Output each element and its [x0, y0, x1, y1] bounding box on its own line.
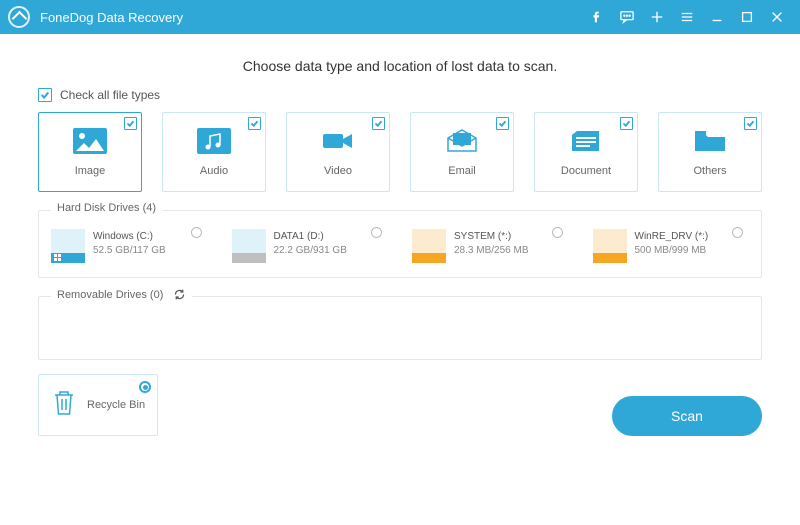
facebook-icon[interactable]: [582, 0, 612, 34]
type-video[interactable]: Video: [286, 112, 390, 192]
document-icon: [568, 127, 604, 155]
type-others-checkbox[interactable]: [744, 117, 757, 130]
drive-size: 500 MB/999 MB: [635, 245, 709, 256]
hard-disk-legend: Hard Disk Drives (4): [51, 202, 162, 214]
drive-d[interactable]: DATA1 (D:) 22.2 GB/931 GB: [232, 229, 389, 263]
audio-icon: [196, 127, 232, 155]
recycle-bin-card[interactable]: Recycle Bin: [38, 374, 158, 436]
video-icon: [320, 127, 356, 155]
type-document[interactable]: Document: [534, 112, 638, 192]
refresh-icon[interactable]: [173, 288, 186, 301]
image-icon: [72, 127, 108, 155]
type-email[interactable]: Email: [410, 112, 514, 192]
recycle-radio[interactable]: [139, 381, 151, 393]
drive-size: 52.5 GB/117 GB: [93, 245, 166, 256]
check-all-checkbox[interactable]: [38, 88, 52, 102]
recycle-label: Recycle Bin: [87, 399, 145, 411]
type-label: Audio: [200, 165, 228, 177]
type-others[interactable]: Others: [658, 112, 762, 192]
type-video-checkbox[interactable]: [372, 117, 385, 130]
titlebar: FoneDog Data Recovery: [0, 0, 800, 34]
drive-radio[interactable]: [732, 227, 743, 238]
removable-fieldset: Removable Drives (0): [38, 296, 762, 360]
plus-icon[interactable]: [642, 0, 672, 34]
type-label: Email: [448, 165, 476, 177]
drive-size: 22.2 GB/931 GB: [274, 245, 347, 256]
drive-radio[interactable]: [552, 227, 563, 238]
page-heading: Choose data type and location of lost da…: [38, 58, 762, 74]
type-label: Video: [324, 165, 352, 177]
check-all-label: Check all file types: [60, 88, 160, 102]
type-image-checkbox[interactable]: [124, 117, 137, 130]
close-icon[interactable]: [762, 0, 792, 34]
type-audio-checkbox[interactable]: [248, 117, 261, 130]
type-label: Others: [693, 165, 726, 177]
drive-radio[interactable]: [371, 227, 382, 238]
type-label: Image: [75, 165, 106, 177]
type-email-checkbox[interactable]: [496, 117, 509, 130]
email-icon: [444, 127, 480, 155]
removable-legend: Removable Drives (0): [51, 288, 192, 301]
drive-icon: [412, 229, 446, 263]
drive-name: Windows (C:): [93, 231, 166, 242]
drive-icon: [593, 229, 627, 263]
app-title: FoneDog Data Recovery: [40, 10, 183, 25]
scan-button[interactable]: Scan: [612, 396, 762, 436]
drive-winre[interactable]: WinRE_DRV (*:) 500 MB/999 MB: [593, 229, 750, 263]
app-logo-icon: [8, 6, 30, 28]
drive-name: SYSTEM (*:): [454, 231, 528, 242]
type-audio[interactable]: Audio: [162, 112, 266, 192]
feedback-icon[interactable]: [612, 0, 642, 34]
drive-system[interactable]: SYSTEM (*:) 28.3 MB/256 MB: [412, 229, 569, 263]
folder-icon: [692, 127, 728, 155]
drive-size: 28.3 MB/256 MB: [454, 245, 528, 256]
type-document-checkbox[interactable]: [620, 117, 633, 130]
drive-icon: [51, 229, 85, 263]
drive-name: WinRE_DRV (*:): [635, 231, 709, 242]
type-label: Document: [561, 165, 611, 177]
drive-name: DATA1 (D:): [274, 231, 347, 242]
menu-icon[interactable]: [672, 0, 702, 34]
maximize-icon[interactable]: [732, 0, 762, 34]
check-all-row[interactable]: Check all file types: [38, 88, 762, 102]
drive-icon: [232, 229, 266, 263]
minimize-icon[interactable]: [702, 0, 732, 34]
trash-icon: [51, 388, 77, 423]
hard-disk-fieldset: Hard Disk Drives (4) Windows (C:)52.5 GB…: [38, 210, 762, 278]
drive-c[interactable]: Windows (C:) 52.5 GB/117 GB: [51, 229, 208, 263]
type-image[interactable]: Image: [38, 112, 142, 192]
file-type-row: Image Audio Video Email Document Others: [38, 112, 762, 192]
drive-radio[interactable]: [191, 227, 202, 238]
